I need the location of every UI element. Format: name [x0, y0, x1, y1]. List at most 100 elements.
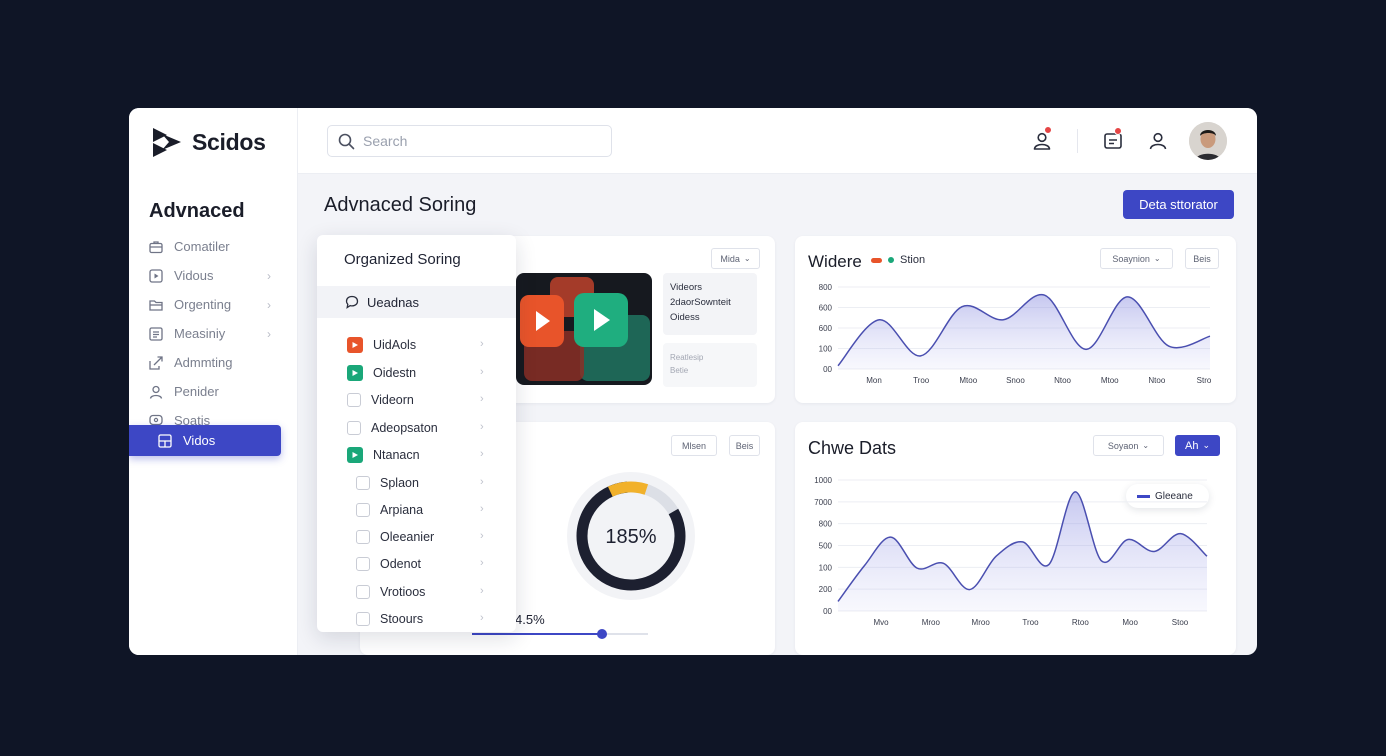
meta-line: Reatlesip — [670, 353, 704, 362]
panel-list-item[interactable]: Videorn › — [347, 390, 516, 410]
chevron-right-icon: › — [267, 269, 271, 283]
panel-list-item[interactable]: Adeopsaton › — [347, 418, 516, 438]
chevron-right-icon: › — [480, 366, 484, 378]
user-alert-icon — [1033, 132, 1051, 150]
checkbox-icon — [347, 421, 361, 435]
panel-list-item[interactable]: Ntanacn › — [347, 445, 516, 465]
x-tick-label: Stoo — [1172, 618, 1189, 627]
panel-list-item[interactable]: Vrotioos › — [356, 582, 516, 602]
x-tick-label: Snoo — [1006, 376, 1025, 385]
x-tick-label: Mvo — [873, 618, 889, 627]
sidebar-item-vidos[interactable]: Vidos — [129, 425, 281, 456]
panel-list-item[interactable]: Stoours › — [356, 609, 516, 629]
panel-list-item[interactable]: UidAols › — [347, 335, 516, 355]
comment-icon — [345, 295, 359, 309]
sidebar-section-title: Advnaced — [149, 200, 245, 222]
x-tick-label: Stro — [1197, 376, 1212, 385]
info-line: Oidess — [670, 312, 700, 323]
x-tick-label: Mtoo — [959, 376, 977, 385]
x-tick-label: Ntoo — [1054, 376, 1071, 385]
sidebar-item-label: Orgenting — [174, 297, 232, 312]
y-tick-label: 200 — [819, 585, 833, 594]
sidebar: Scidos Advnaced Comatiler Vidous › Orgen… — [129, 108, 298, 655]
sidebar-item-penider[interactable]: Penider — [129, 377, 298, 406]
y-tick-label: 1000 — [814, 476, 832, 485]
donut-chart: 185% — [567, 472, 695, 600]
chevron-right-icon: › — [480, 476, 484, 488]
panel-list-item-label: UidAols — [373, 338, 417, 352]
slider-track[interactable] — [472, 629, 648, 639]
slider-fill — [472, 633, 603, 635]
app-logo[interactable]: Scidos — [151, 126, 266, 158]
chevron-right-icon: › — [480, 448, 484, 460]
checkbox-icon — [356, 476, 370, 490]
panel-list-item[interactable]: Arpiana › — [356, 500, 516, 520]
x-tick-label: Mtoo — [1101, 376, 1119, 385]
briefcase-icon — [148, 239, 163, 254]
search-input[interactable]: Search — [327, 125, 612, 157]
video-filter-dropdown[interactable]: Mida ⌄ — [711, 248, 760, 269]
checkbox-icon — [356, 557, 370, 571]
x-tick-label: Rtoo — [1072, 618, 1089, 627]
user-icon — [148, 384, 163, 399]
chart-card-chwe-dats: Chwe Dats Soyaon ⌄ Ah ⌄ Gleeane 1000 7000… — [795, 422, 1236, 655]
checkbox-icon — [356, 530, 370, 544]
page-title: Advnaced Soring — [324, 194, 477, 216]
checkbox-icon — [356, 585, 370, 599]
x-tick-label: Ntoo — [1148, 376, 1165, 385]
panel-list-item[interactable]: Odenot › — [356, 554, 516, 574]
sidebar-item-vidous[interactable]: Vidous › — [129, 261, 298, 290]
chevron-right-icon: › — [480, 530, 484, 542]
user-icon — [1149, 132, 1167, 150]
sidebar-item-comatiler[interactable]: Comatiler — [129, 232, 298, 261]
chevron-right-icon: › — [480, 585, 484, 597]
panel-list-item[interactable]: Oleeanier › — [356, 527, 516, 547]
slider-value: 4.5% — [515, 612, 545, 627]
dropdown-label: Mida — [720, 253, 740, 264]
app-name: Scidos — [192, 128, 266, 155]
organized-soring-panel: Organized Soring Ueadnas UidAols › Oidestn… — [317, 235, 516, 632]
sidebar-item-admmting[interactable]: Admmting — [129, 348, 298, 377]
chart-chwe-dats: 1000 7000 800 500 100 200 00 Mvo Mroo Mroo Troo Rto… — [814, 476, 1208, 627]
primary-action-button[interactable]: Deta sttorator — [1123, 190, 1234, 219]
top-bar: Search — [298, 108, 1257, 174]
info-line: Videors — [670, 282, 703, 293]
options-button[interactable]: Beis — [729, 435, 760, 456]
panel-list-item[interactable]: Oidestn › — [347, 363, 516, 383]
sidebar-item-label: Vidos — [183, 433, 216, 448]
slider-handle[interactable] — [597, 629, 608, 639]
meta-line: Betie — [670, 366, 689, 375]
sidebar-item-label: Penider — [174, 384, 219, 399]
sidebar-item-orgenting[interactable]: Orgenting › — [129, 290, 298, 319]
logo-icon — [153, 128, 181, 157]
profile-button[interactable] — [1147, 130, 1169, 152]
avatar[interactable] — [1189, 122, 1227, 160]
chevron-down-icon: ⌄ — [743, 254, 751, 263]
chevron-right-icon: › — [480, 393, 484, 405]
messages-button[interactable] — [1102, 127, 1124, 152]
play-icon — [347, 365, 363, 381]
panel-list-item-label: Adeopsaton — [371, 421, 438, 435]
list-icon — [148, 326, 163, 341]
panel-list-item-label: Oidestn — [373, 366, 417, 380]
y-tick-label: 500 — [819, 542, 833, 551]
y-tick-label: 600 — [819, 304, 833, 313]
notification-dot — [1114, 127, 1122, 135]
panel-list-item[interactable]: Splaon › — [356, 473, 516, 493]
notifications-user-button[interactable] — [1031, 126, 1053, 152]
video-meta-panel: Reatlesip Betie — [663, 343, 757, 387]
play-icon — [347, 337, 363, 353]
video-thumbnail[interactable] — [516, 273, 652, 385]
sidebar-item-label: Admmting — [174, 355, 233, 370]
panel-selected-item[interactable]: Ueadnas — [317, 286, 516, 318]
chevron-right-icon: › — [267, 327, 271, 341]
y-tick-label: 600 — [819, 324, 833, 333]
sidebar-item-measiniy[interactable]: Measiniy › — [129, 319, 298, 348]
checkbox-icon — [356, 503, 370, 517]
filter-button[interactable]: Mlsen — [671, 435, 717, 456]
chevron-right-icon: › — [480, 612, 484, 624]
chevron-right-icon: › — [480, 421, 484, 433]
panel-list-item-label: Ntanacn — [373, 448, 420, 462]
chevron-right-icon: › — [480, 503, 484, 515]
panel-list-item-label: Splaon — [380, 476, 419, 490]
